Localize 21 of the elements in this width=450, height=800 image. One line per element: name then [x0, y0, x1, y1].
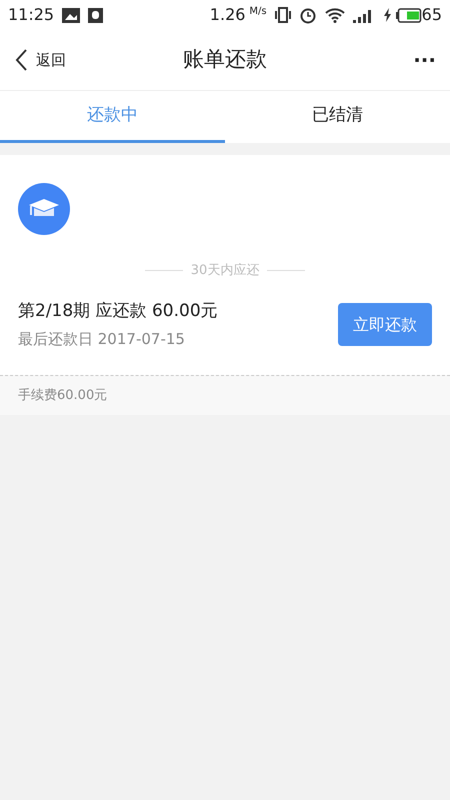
more-button[interactable]: ···: [413, 45, 436, 75]
speed-unit: M/s: [249, 5, 267, 19]
charging-icon: [382, 8, 392, 22]
tab[interactable]: 已结清: [225, 91, 450, 143]
vibrate-icon: [274, 7, 291, 23]
battery-icon: [396, 8, 422, 22]
section-label: 30天内应还: [190, 262, 260, 280]
network-speed: 1.26: [210, 4, 246, 26]
graduation-cap-icon: [18, 183, 70, 235]
clock-time: 11:25: [8, 4, 54, 26]
wifi-icon: [324, 7, 345, 23]
page-title: 账单还款: [183, 46, 267, 74]
installment-amount: 第2/18期 应还款 60.00元: [18, 300, 219, 322]
notification-icon: [88, 8, 104, 22]
image-icon: [62, 8, 80, 22]
fee-text: 手续费60.00元: [18, 388, 108, 402]
due-date: 最后还款日 2017-07-15: [18, 329, 186, 350]
back-button[interactable]: 返回: [14, 48, 66, 72]
alarm-icon: [298, 6, 317, 24]
battery-percent: 65: [422, 4, 442, 26]
back-icon: [14, 48, 28, 72]
